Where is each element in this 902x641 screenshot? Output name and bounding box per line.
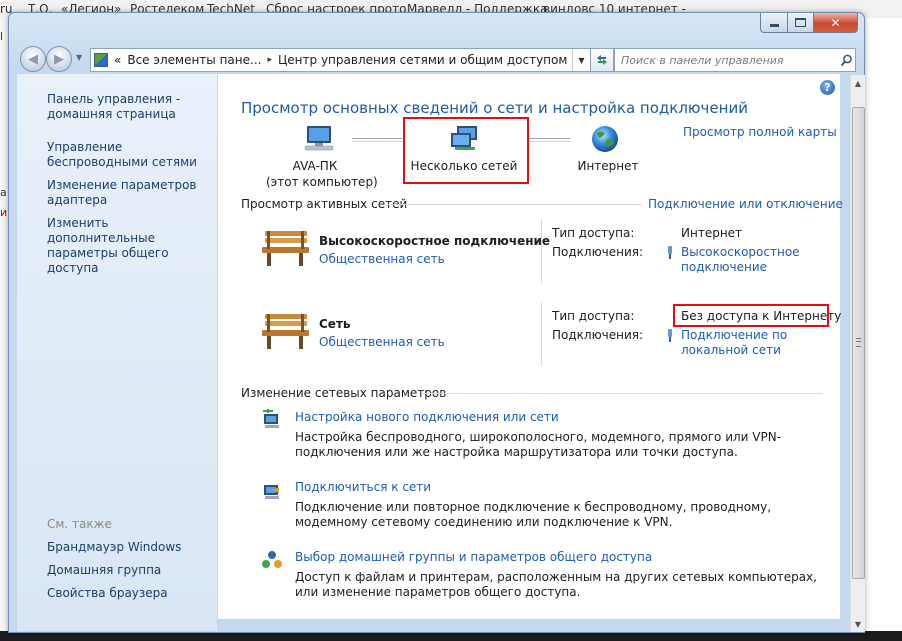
map-connection-line bbox=[352, 138, 402, 139]
maximize-icon bbox=[795, 18, 806, 27]
section-divider bbox=[388, 204, 642, 205]
scrollbar-thumb[interactable] bbox=[852, 107, 865, 579]
adapter-settings-link[interactable]: Изменение параметров адаптера bbox=[47, 178, 217, 208]
section-divider bbox=[421, 393, 822, 394]
background-fragment: а bbox=[0, 186, 7, 199]
change-settings-heading: Изменение сетевых параметров bbox=[241, 386, 447, 400]
help-icon[interactable]: ? bbox=[820, 80, 835, 95]
breadcrumb-separator-icon[interactable]: ▸ bbox=[267, 55, 272, 65]
homegroup-link[interactable]: Домашняя группа bbox=[47, 563, 217, 578]
minimize-icon bbox=[769, 24, 779, 27]
task-description: Настройка беспроводного, широкополосного… bbox=[295, 430, 782, 459]
connections-label: Подключения: bbox=[552, 328, 644, 342]
connection-link-line1[interactable]: Подключение по bbox=[681, 328, 787, 343]
new-connection-icon bbox=[263, 409, 279, 428]
maximize-button[interactable] bbox=[788, 13, 814, 33]
bench-icon bbox=[262, 231, 309, 266]
connection-link-line2[interactable]: локальной сети bbox=[681, 343, 781, 358]
scroll-up-icon[interactable]: ▲ bbox=[851, 75, 865, 91]
access-type-label: Тип доступа: bbox=[552, 226, 635, 240]
address-bar[interactable]: « Все элементы пане... ▸ Центр управлени… bbox=[90, 48, 591, 72]
background-page-right bbox=[864, 18, 902, 631]
close-icon: ✕ bbox=[830, 15, 841, 30]
connection-link-line1[interactable]: Высокоскоростное bbox=[681, 245, 800, 260]
refresh-icon bbox=[597, 55, 607, 65]
search-icon[interactable] bbox=[837, 54, 855, 67]
internet-label: Интернет bbox=[577, 159, 639, 173]
advanced-sharing-link[interactable]: Изменить дополнительные параметры общего… bbox=[47, 216, 217, 276]
task-pane: Панель управления - домашняя страница Уп… bbox=[17, 74, 217, 631]
computer-icon bbox=[304, 126, 334, 151]
scroll-down-icon[interactable]: ▼ bbox=[851, 616, 865, 632]
background-fragment: l bbox=[0, 30, 4, 43]
column-divider bbox=[541, 219, 542, 283]
address-dropdown-button[interactable]: ▼ bbox=[572, 49, 590, 71]
see-also-heading: См. также bbox=[47, 517, 112, 531]
home-link[interactable]: Панель управления - домашняя страница bbox=[47, 92, 217, 122]
network-name: Высокоскоростное подключение bbox=[319, 234, 551, 248]
network-type-link[interactable]: Общественная сеть bbox=[319, 252, 445, 266]
column-divider bbox=[541, 302, 542, 366]
highlight-box bbox=[403, 117, 529, 184]
connect-to-network-link[interactable]: Подключиться к сети bbox=[295, 480, 431, 494]
forward-arrow-icon: ▶ bbox=[54, 51, 64, 67]
recent-pages-dropdown[interactable]: ▼ bbox=[76, 53, 82, 62]
page-title: Просмотр основных сведений о сети и наст… bbox=[241, 99, 748, 117]
task-description: Доступ к файлам и принтерам, расположенн… bbox=[295, 570, 817, 599]
caption-buttons: ✕ bbox=[760, 13, 858, 33]
wireless-networks-link[interactable]: Управление беспроводными сетями bbox=[47, 140, 217, 170]
highlight-box bbox=[673, 304, 829, 327]
map-connection-line bbox=[352, 141, 402, 142]
connections-label: Подключения: bbox=[552, 245, 644, 259]
minimize-button[interactable] bbox=[760, 13, 788, 33]
navigation-bar: ◀ ▶ ▼ « Все элементы пане... ▸ Центр упр… bbox=[9, 44, 864, 74]
bench-icon bbox=[262, 314, 309, 349]
homegroup-icon bbox=[262, 551, 282, 568]
connect-disconnect-link[interactable]: Подключение или отключение bbox=[648, 197, 843, 211]
control-panel-icon bbox=[94, 53, 108, 67]
connection-link-line2[interactable]: подключение bbox=[681, 260, 767, 275]
active-networks-heading: Просмотр активных сетей bbox=[241, 197, 408, 211]
access-type-value: Интернет bbox=[681, 226, 743, 240]
computer-sub-label: (этот компьютер) bbox=[266, 175, 378, 189]
back-arrow-icon: ◀ bbox=[28, 51, 38, 67]
breadcrumb-network-center[interactable]: Центр управления сетями и общим доступом bbox=[278, 53, 567, 67]
chevron-down-icon: ▼ bbox=[578, 55, 585, 65]
full-map-link[interactable]: Просмотр полной карты bbox=[683, 125, 837, 139]
breadcrumb-overflow[interactable]: « bbox=[114, 53, 121, 67]
setup-connection-link[interactable]: Настройка нового подключения или сети bbox=[295, 410, 559, 424]
close-button[interactable]: ✕ bbox=[814, 13, 858, 33]
computer-name-label: AVA-ПК bbox=[292, 159, 338, 173]
search-input[interactable] bbox=[615, 51, 837, 69]
map-connection-line bbox=[528, 138, 570, 139]
refresh-button[interactable] bbox=[590, 48, 614, 72]
browser-properties-link[interactable]: Свойства браузера bbox=[47, 586, 217, 601]
map-connection-line bbox=[528, 141, 570, 142]
connection-plug-icon bbox=[668, 329, 672, 342]
firewall-link[interactable]: Брандмауэр Windows bbox=[47, 540, 217, 555]
connection-plug-icon bbox=[668, 246, 672, 259]
back-button[interactable]: ◀ bbox=[20, 46, 46, 72]
forward-button[interactable]: ▶ bbox=[46, 46, 72, 72]
network-type-link[interactable]: Общественная сеть bbox=[319, 335, 445, 349]
access-type-label: Тип доступа: bbox=[552, 309, 635, 323]
globe-icon bbox=[592, 126, 618, 152]
task-description: Подключение или повторное подключение к … bbox=[295, 500, 772, 529]
connect-network-icon bbox=[264, 485, 279, 499]
homegroup-sharing-link[interactable]: Выбор домашней группы и параметров общег… bbox=[295, 550, 652, 564]
vertical-scrollbar[interactable]: ▲ ▼ bbox=[850, 75, 865, 632]
search-box bbox=[614, 48, 856, 72]
grip-icon bbox=[856, 338, 861, 347]
network-name: Сеть bbox=[319, 317, 351, 331]
background-fragment: и bbox=[0, 206, 8, 219]
breadcrumb-all-items[interactable]: Все элементы пане... bbox=[127, 53, 261, 67]
